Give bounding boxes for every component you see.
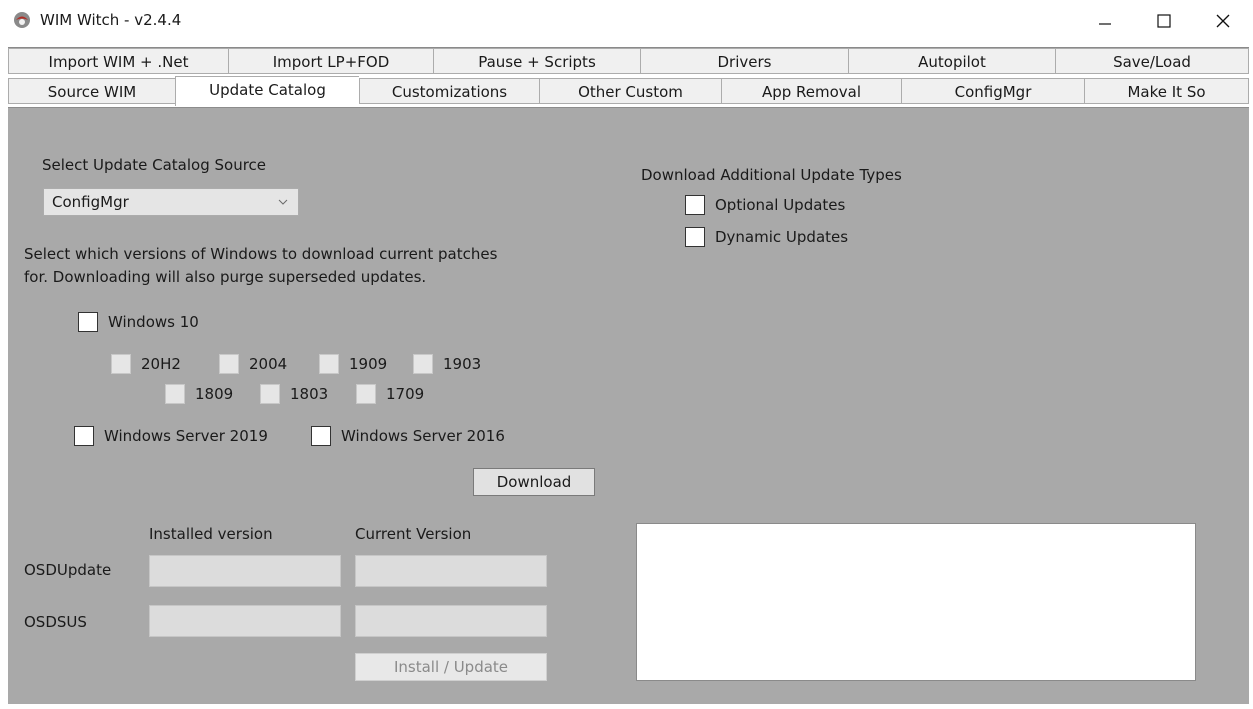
version-1803-label: 1803 <box>290 385 329 403</box>
download-button[interactable]: Download <box>473 468 595 496</box>
select-source-label: Select Update Catalog Source <box>42 156 267 174</box>
maximize-icon <box>1157 14 1171 28</box>
tab-row-bottom: Source WIM Update Catalog Customizations… <box>8 76 1249 106</box>
version-1909-label: 1909 <box>349 355 388 373</box>
tab-autopilot[interactable]: Autopilot <box>848 48 1055 74</box>
version-1809-label: 1809 <box>195 385 234 403</box>
windows-server-2016-checkbox[interactable] <box>311 426 331 446</box>
windows-server-2019-checkbox[interactable] <box>74 426 94 446</box>
osdupdate-installed-field <box>149 555 341 587</box>
version-1803-checkbox[interactable] <box>260 384 280 404</box>
version-20h2-checkbox[interactable] <box>111 354 131 374</box>
close-icon <box>1216 14 1230 28</box>
osdupdate-label: OSDUpdate <box>24 561 112 579</box>
optional-updates-option[interactable]: Optional Updates <box>685 195 845 215</box>
dynamic-updates-option[interactable]: Dynamic Updates <box>685 227 848 247</box>
version-2004-label: 2004 <box>249 355 288 373</box>
version-20h2-label: 20H2 <box>141 355 181 373</box>
tab-pause-scripts[interactable]: Pause + Scripts <box>433 48 640 74</box>
tab-update-catalog[interactable]: Update Catalog <box>175 76 359 106</box>
dynamic-updates-checkbox[interactable] <box>685 227 705 247</box>
title-bar: WIM Witch - v2.4.4 <box>0 0 1253 44</box>
version-1709-option[interactable]: 1709 <box>356 384 424 404</box>
tab-drivers[interactable]: Drivers <box>640 48 848 74</box>
chevron-down-icon <box>278 189 288 215</box>
catalog-source-dropdown[interactable]: ConfigMgr <box>43 188 299 216</box>
windows-server-2019-option[interactable]: Windows Server 2019 <box>74 426 268 446</box>
windows-server-2016-label: Windows Server 2016 <box>341 427 505 445</box>
tab-save-load[interactable]: Save/Load <box>1055 48 1249 74</box>
version-1903-checkbox[interactable] <box>413 354 433 374</box>
osdsus-installed-field <box>149 605 341 637</box>
installed-version-header: Installed version <box>149 525 273 543</box>
version-1903-option[interactable]: 1903 <box>413 354 481 374</box>
tab-import-lp-fod[interactable]: Import LP+FOD <box>228 48 433 74</box>
window-title: WIM Witch - v2.4.4 <box>40 11 182 29</box>
version-1803-option[interactable]: 1803 <box>260 384 328 404</box>
catalog-source-value: ConfigMgr <box>52 193 129 211</box>
version-1709-label: 1709 <box>386 385 425 403</box>
version-1909-option[interactable]: 1909 <box>319 354 387 374</box>
windows-10-label: Windows 10 <box>108 313 199 331</box>
version-1909-checkbox[interactable] <box>319 354 339 374</box>
windows-server-2016-option[interactable]: Windows Server 2016 <box>311 426 505 446</box>
close-button[interactable] <box>1199 4 1247 38</box>
windows-server-2019-label: Windows Server 2019 <box>104 427 268 445</box>
description-line-1: Select which versions of Windows to down… <box>24 245 498 263</box>
update-catalog-panel: Select Update Catalog Source ConfigMgr S… <box>8 107 1249 704</box>
osdupdate-current-field <box>355 555 547 587</box>
version-2004-option[interactable]: 2004 <box>219 354 287 374</box>
optional-updates-checkbox[interactable] <box>685 195 705 215</box>
version-1709-checkbox[interactable] <box>356 384 376 404</box>
version-1809-option[interactable]: 1809 <box>165 384 233 404</box>
log-output-box[interactable] <box>636 523 1196 681</box>
tab-row-top: Import WIM + .Net Import LP+FOD Pause + … <box>8 47 1249 76</box>
version-2004-checkbox[interactable] <box>219 354 239 374</box>
tab-app-removal[interactable]: App Removal <box>721 78 901 104</box>
tab-import-wim-net[interactable]: Import WIM + .Net <box>8 48 228 74</box>
version-1903-label: 1903 <box>443 355 482 373</box>
version-1809-checkbox[interactable] <box>165 384 185 404</box>
tab-other-custom[interactable]: Other Custom <box>539 78 721 104</box>
windows-10-option[interactable]: Windows 10 <box>78 312 199 332</box>
tab-make-it-so[interactable]: Make It So <box>1084 78 1249 104</box>
minimize-button[interactable] <box>1081 4 1129 38</box>
dynamic-updates-label: Dynamic Updates <box>715 228 849 246</box>
windows-10-checkbox[interactable] <box>78 312 98 332</box>
tab-customizations[interactable]: Customizations <box>359 78 539 104</box>
minimize-icon <box>1099 23 1111 25</box>
wim-witch-app-icon <box>14 12 30 28</box>
tab-configmgr[interactable]: ConfigMgr <box>901 78 1084 104</box>
osdsus-current-field <box>355 605 547 637</box>
version-20h2-option[interactable]: 20H2 <box>111 354 181 374</box>
optional-updates-label: Optional Updates <box>715 196 846 214</box>
tab-source-wim[interactable]: Source WIM <box>8 78 175 104</box>
osdsus-label: OSDSUS <box>24 613 87 631</box>
maximize-button[interactable] <box>1140 4 1188 38</box>
install-update-button[interactable]: Install / Update <box>355 653 547 681</box>
description-line-2: for. Downloading will also purge superse… <box>24 268 427 286</box>
current-version-header: Current Version <box>355 525 472 543</box>
additional-updates-heading: Download Additional Update Types <box>641 166 902 184</box>
